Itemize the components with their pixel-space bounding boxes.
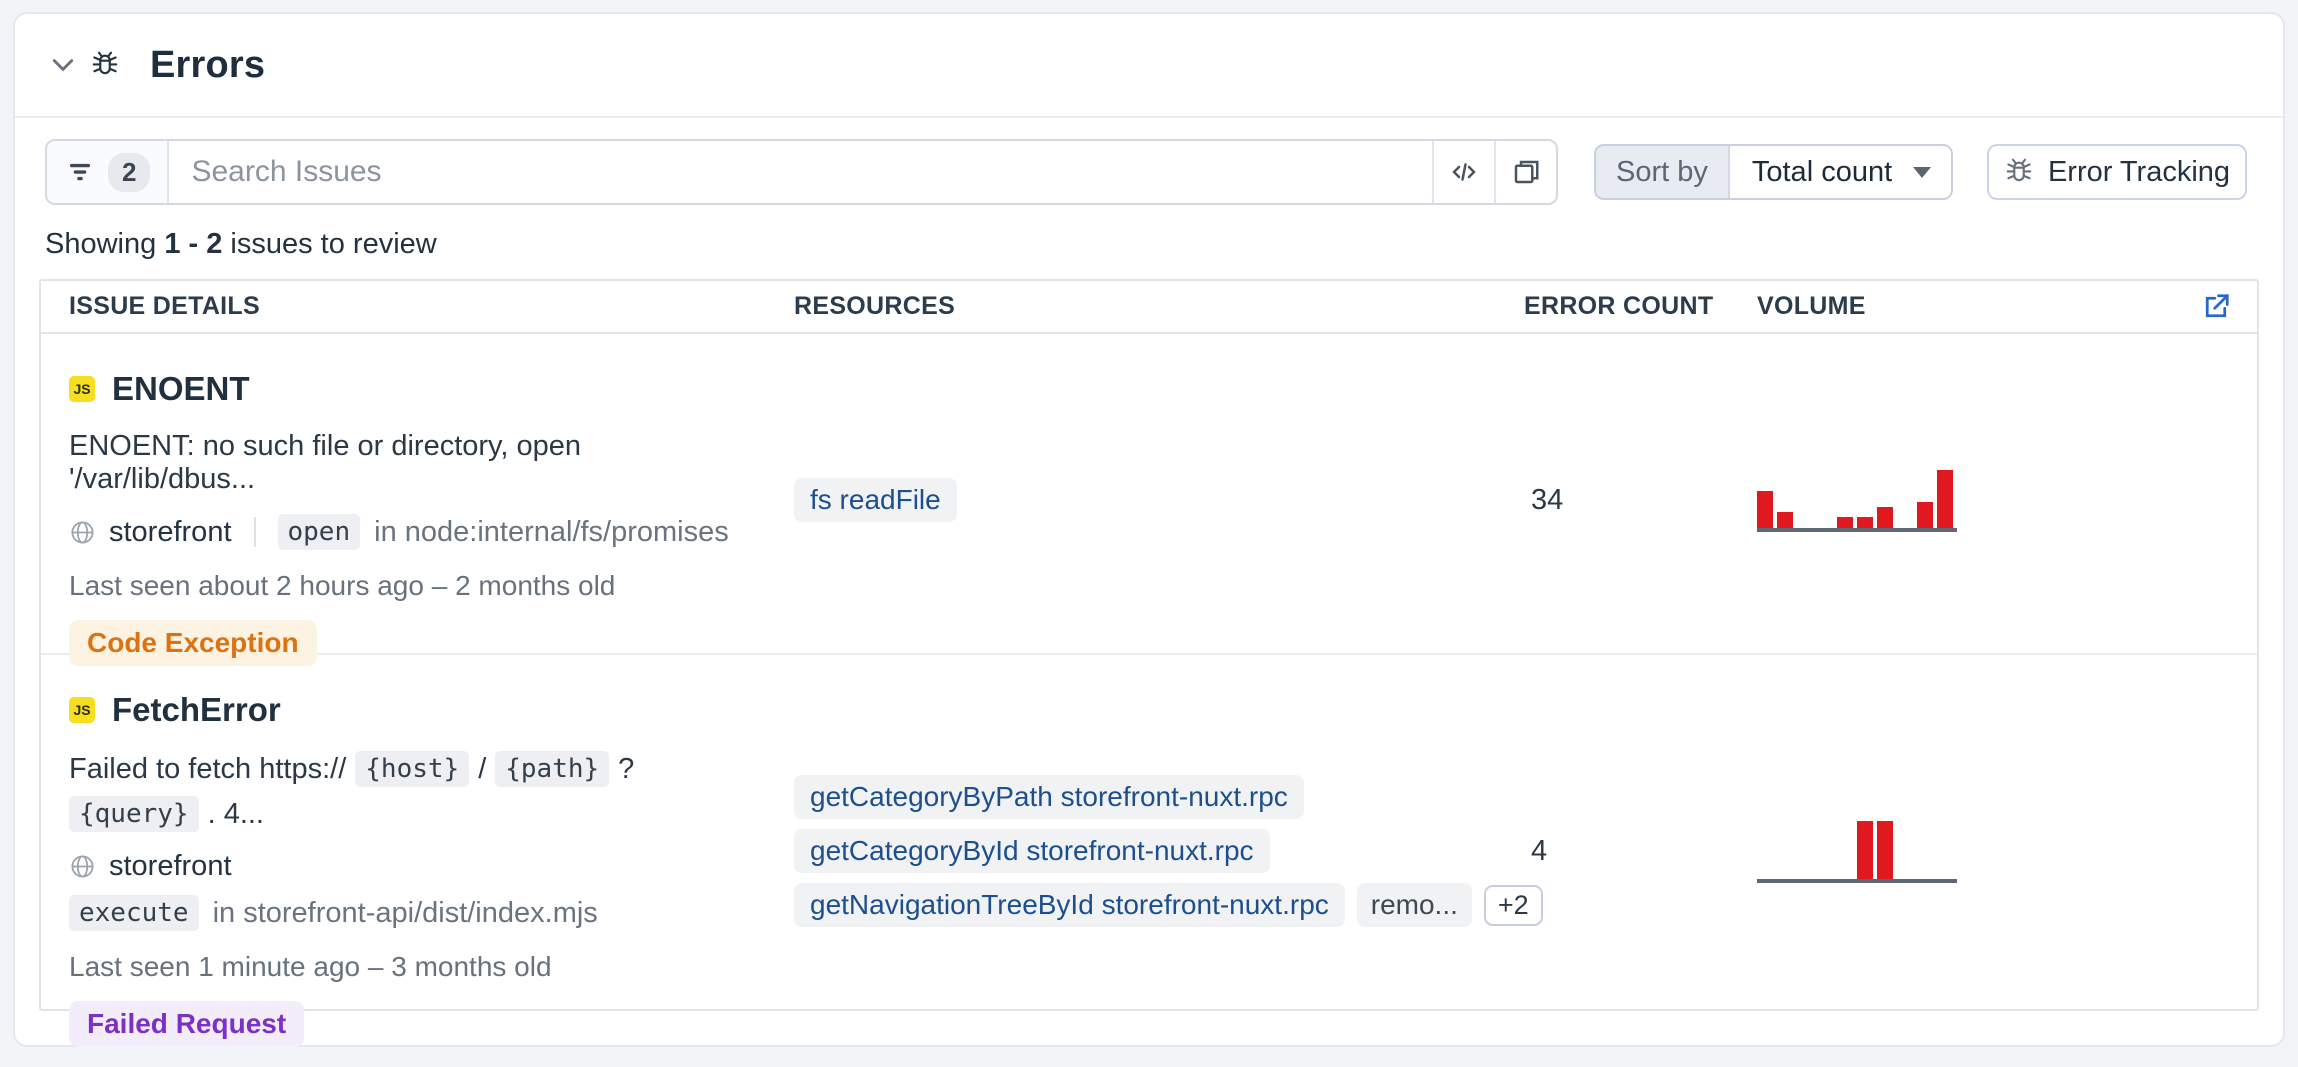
service-label: storefront	[109, 850, 232, 883]
filter-icon	[65, 157, 95, 187]
last-seen-text: Last seen 1 minute ago – 3 months old	[69, 951, 764, 983]
error-count-value: 34	[1522, 484, 1757, 517]
column-header-error-count: ERROR COUNT	[1522, 292, 1757, 321]
globe-icon	[69, 519, 96, 546]
column-header-resources: RESOURCES	[794, 292, 1522, 321]
issue-details-cell: JS ENOENT ENOENT: no such file or direct…	[41, 334, 794, 666]
javascript-language-badge: JS	[69, 697, 95, 723]
resource-link-truncated[interactable]: remo...	[1357, 883, 1472, 927]
resources-line: getCategoryById storefront-nuxt.rpc	[794, 829, 1270, 873]
message-text: Failed to fetch https://	[69, 753, 346, 786]
filter-button[interactable]: 2	[47, 141, 169, 203]
search-bar: 2	[45, 139, 1558, 205]
message-text: ENOENT: no such file or directory, open …	[69, 430, 764, 496]
function-chip: execute	[69, 895, 199, 931]
volume-sparkline-chart	[1757, 819, 1957, 883]
sort-control: Sort by Total count	[1594, 144, 1953, 200]
error-message: ENOENT: no such file or directory, open …	[69, 430, 764, 496]
volume-bar	[1877, 507, 1893, 528]
table-header-row: ISSUE DETAILS RESOURCES ERROR COUNT VOLU…	[41, 281, 2257, 334]
resources-line: getNavigationTreeById storefront-nuxt.rp…	[794, 883, 1543, 927]
toolbar: 2 Sort by Total count	[45, 139, 2247, 205]
volume-bar	[1757, 491, 1773, 528]
resource-link[interactable]: getCategoryByPath storefront-nuxt.rpc	[794, 775, 1304, 819]
volume-bar	[1857, 517, 1873, 528]
errors-panel: Errors 2	[13, 12, 2285, 1047]
error-location: in node:internal/fs/promises	[374, 516, 729, 549]
service-name: storefront	[69, 850, 232, 883]
message-placeholder-chip: {host}	[355, 751, 469, 787]
panel-header: Errors	[15, 14, 2283, 118]
javascript-language-badge: JS	[69, 376, 95, 402]
meta-line: execute in storefront-api/dist/index.mjs	[69, 895, 764, 931]
issue-type-badge: Failed Request	[69, 1001, 304, 1047]
message-placeholder-chip: {query}	[69, 796, 199, 832]
volume-bar	[1857, 821, 1873, 879]
bug-icon	[90, 50, 120, 80]
error-count-value: 4	[1522, 835, 1757, 868]
issue-meta: storefront execute in storefront-api/dist/…	[69, 850, 764, 931]
copy-icon	[1511, 157, 1541, 187]
results-range: 1 - 2	[164, 228, 222, 260]
error-location: in storefront-api/dist/index.mjs	[213, 897, 598, 930]
results-summary: Showing 1 - 2 issues to review	[45, 228, 2253, 261]
meta-divider	[254, 517, 256, 547]
volume-cell	[1757, 819, 2257, 883]
error-message: Failed to fetch https:// {host} / {path}? {q…	[69, 751, 764, 832]
column-header-volume: VOLUME	[1757, 292, 1866, 321]
external-link-icon	[2201, 292, 2231, 322]
code-view-button[interactable]	[1432, 141, 1494, 203]
volume-bar	[1917, 502, 1933, 528]
column-header-issue-details: ISSUE DETAILS	[41, 292, 794, 321]
error-tracking-button[interactable]: Error Tracking	[1987, 144, 2247, 200]
resources-cell: getCategoryByPath storefront-nuxt.rpc get…	[794, 775, 1522, 927]
last-seen-text: Last seen about 2 hours ago – 2 months o…	[69, 570, 764, 602]
issue-row[interactable]: JS ENOENT ENOENT: no such file or direct…	[41, 334, 2257, 653]
service-name: storefront	[69, 516, 232, 549]
code-icon	[1449, 157, 1479, 187]
resource-link[interactable]: getCategoryById storefront-nuxt.rpc	[794, 829, 1270, 873]
volume-bar	[1937, 470, 1953, 528]
chevron-down-icon	[1913, 167, 1931, 178]
search-input[interactable]	[169, 141, 1432, 203]
volume-sparkline-chart	[1757, 468, 1957, 532]
resources-line: getCategoryByPath storefront-nuxt.rpc	[794, 775, 1304, 819]
issue-meta: storefront open in node:internal/fs/promis…	[69, 514, 764, 550]
open-in-error-tracking-button[interactable]	[2201, 292, 2231, 322]
page-title: Errors	[150, 44, 265, 87]
issue-details-cell: JS FetchError Failed to fetch https:// {h…	[41, 655, 794, 1047]
error-tracking-label: Error Tracking	[2048, 156, 2230, 189]
sort-value-dropdown[interactable]: Total count	[1730, 146, 1951, 198]
sort-by-label: Sort by	[1596, 146, 1730, 198]
meta-line: storefront open in node:internal/fs/promis…	[69, 514, 764, 550]
volume-bar	[1777, 512, 1793, 528]
function-chip: open	[278, 514, 361, 550]
copy-button[interactable]	[1494, 141, 1556, 203]
filter-count-badge: 2	[108, 153, 150, 192]
globe-icon	[69, 853, 96, 880]
volume-cell	[1757, 468, 2257, 532]
volume-bar	[1877, 821, 1893, 879]
message-text: ?	[618, 753, 634, 786]
message-text: /	[478, 753, 486, 786]
meta-line: storefront	[69, 850, 764, 883]
volume-bar	[1837, 517, 1853, 528]
bug-icon	[2004, 157, 2034, 187]
service-label: storefront	[109, 516, 232, 549]
resources-cell: fs readFile	[794, 478, 1522, 522]
sort-selected-option: Total count	[1752, 156, 1892, 189]
issue-title: FetchError	[112, 691, 281, 729]
message-placeholder-chip: {path}	[495, 751, 609, 787]
table-body: JS ENOENT ENOENT: no such file or direct…	[41, 334, 2257, 1009]
resource-link[interactable]: getNavigationTreeById storefront-nuxt.rp…	[794, 883, 1345, 927]
resource-link[interactable]: fs readFile	[794, 478, 957, 522]
collapse-chevron-icon[interactable]	[40, 42, 86, 88]
more-resources-badge[interactable]: +2	[1484, 885, 1543, 926]
issue-row[interactable]: JS FetchError Failed to fetch https:// {h…	[41, 653, 2257, 1009]
resources-line: fs readFile	[794, 478, 957, 522]
issue-title: ENOENT	[112, 370, 250, 408]
message-text: . 4...	[208, 798, 264, 831]
issues-table: ISSUE DETAILS RESOURCES ERROR COUNT VOLU…	[39, 279, 2259, 1011]
